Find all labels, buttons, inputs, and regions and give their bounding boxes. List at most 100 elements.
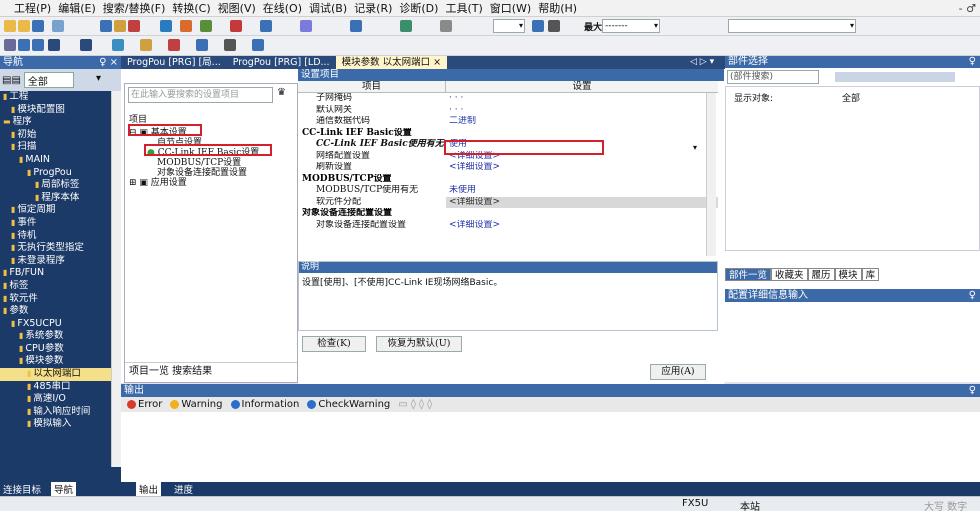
menu-item-project[interactable]: 工程(P) [14, 0, 51, 16]
comment-icon[interactable] [112, 39, 124, 51]
nav-item[interactable]: ▮ 参数 [0, 305, 121, 318]
bottom-tab-progress[interactable]: 进度 [171, 482, 193, 496]
document-tab[interactable]: ProgPou [PRG] [LD... [227, 56, 336, 69]
detail-pin-icon[interactable]: ♀ [969, 289, 976, 302]
paste-icon[interactable] [128, 20, 140, 32]
online-icon[interactable] [260, 20, 272, 32]
nav-item[interactable]: ▮ 无执行类型指定 [0, 242, 121, 255]
nav-item[interactable]: ▮ ProgPou [0, 167, 121, 180]
new-project-icon[interactable] [4, 20, 16, 32]
nav-pin-icon[interactable]: ♀ × [99, 56, 118, 69]
max-combo[interactable]: ------- [602, 19, 660, 33]
apply-button[interactable]: 应用(A) [650, 364, 706, 380]
cut-icon[interactable] [100, 20, 112, 32]
nav-item[interactable]: ▮ 软元件 [0, 293, 121, 306]
nav-scrollbar[interactable] [111, 91, 121, 467]
menu-item-diagnostics[interactable]: 诊断(D) [399, 0, 438, 16]
settings-row[interactable]: 软元件分配 <详细设置> [298, 196, 718, 208]
menu-item-view[interactable]: 视图(V) [218, 0, 256, 16]
nav-item[interactable]: ▮ 输入响应时间 [0, 406, 121, 419]
line-icon[interactable] [80, 39, 92, 51]
menu-item-record[interactable]: 记录(R) [354, 0, 392, 16]
bottom-tab-output[interactable]: 输出 [136, 482, 162, 496]
document-tab[interactable]: ProgPou [PRG] [局... [121, 56, 227, 69]
zoom-combo[interactable] [493, 19, 525, 33]
parts-pin-icon[interactable]: ♀ [969, 56, 976, 68]
nav-item[interactable]: ▮ 事件 [0, 217, 121, 230]
note-icon[interactable] [168, 39, 180, 51]
nav-item[interactable]: ▮ 系统参数 [0, 330, 121, 343]
monitor-icon[interactable] [230, 20, 242, 32]
menu-item-edit[interactable]: 编辑(E) [58, 0, 96, 16]
menu-item-help[interactable]: 帮助(H) [538, 0, 577, 16]
glasses-icon[interactable] [548, 20, 560, 32]
nav-item[interactable]: ▬ 程序 [0, 116, 121, 129]
menu-item-online[interactable]: 在线(O) [263, 0, 302, 16]
output-tab-error[interactable]: Error [127, 399, 162, 410]
parts-tab-list[interactable]: 部件一览 [725, 268, 772, 281]
tree-item-app[interactable]: ⊞ ▣ 应用设置 [129, 175, 187, 188]
copy-icon[interactable] [114, 20, 126, 32]
setting-value[interactable]: · · · [446, 105, 718, 117]
document-tab[interactable]: 模块参数 以太网端口 × [335, 56, 448, 69]
menu-item-window[interactable]: 窗口(W) [490, 0, 531, 16]
setting-value[interactable]: <详细设置> [446, 196, 718, 208]
nav-item[interactable]: ▮ 以太网端口 [0, 368, 121, 381]
nav-item[interactable]: ▮ 模拟输入 [0, 418, 121, 431]
nav-item[interactable]: ▮ 高速I/O [0, 393, 121, 406]
nav-filter-icon[interactable]: ▤▤ [2, 75, 21, 86]
zoom-icon[interactable] [440, 20, 452, 32]
menu-item-convert[interactable]: 转换(C) [172, 0, 210, 16]
label-icon[interactable] [224, 39, 236, 51]
setting-value[interactable]: <详细设置> [446, 162, 718, 174]
output-tab-warning[interactable]: Warning [170, 399, 223, 410]
device-icon[interactable] [400, 20, 412, 32]
nav-item[interactable]: ▮ 初始 [0, 129, 121, 142]
settings-search-input[interactable]: 在此输入要搜索的设置项目 [128, 87, 273, 103]
statement-icon[interactable] [140, 39, 152, 51]
nav-item[interactable]: ▮ 程序本体 [0, 192, 121, 205]
undo-icon[interactable] [52, 20, 64, 32]
nav-item[interactable]: ▮ 模块参数 [0, 355, 121, 368]
read-plc-icon[interactable] [200, 20, 212, 32]
nav-item[interactable]: ▮ 恒定周期 [0, 204, 121, 217]
settings-row[interactable]: 通信数据代码 二进制 [298, 116, 718, 128]
nav-item[interactable]: ▮ 待机 [0, 230, 121, 243]
save-project-icon[interactable] [32, 20, 44, 32]
nav-item[interactable]: ▮ 模块配置图 [0, 104, 121, 117]
device-comment-icon[interactable] [196, 39, 208, 51]
search-icon[interactable]: ♛ [277, 87, 286, 98]
nav-item[interactable]: ▮ 485串口 [0, 381, 121, 394]
nav-item[interactable]: ▮ FX5UCPU [0, 318, 121, 331]
contact-icon[interactable] [18, 39, 30, 51]
parts-search-input[interactable]: (部件搜索) [727, 70, 819, 84]
settings-row[interactable]: 刷新设置 <详细设置> [298, 162, 718, 174]
coil-icon[interactable] [32, 39, 44, 51]
menu-item-search-replace[interactable]: 搜索/替换(F) [103, 0, 166, 16]
window-controls[interactable]: - ♂ [959, 2, 976, 15]
simulation-icon[interactable] [300, 20, 312, 32]
bottom-tab-connection[interactable]: 连接目标 [0, 482, 41, 496]
check-button[interactable]: 检查(K) [302, 336, 366, 352]
nav-item[interactable]: ▮ CPU参数 [0, 343, 121, 356]
parts-tab-history[interactable]: 履历 [807, 268, 835, 281]
setting-value[interactable]: <详细设置> [446, 220, 718, 232]
convert-icon[interactable] [160, 20, 172, 32]
nav-item[interactable]: ▮ MAIN [0, 154, 121, 167]
settings-row[interactable]: 对象设备连接配置设置 <详细设置> [298, 220, 718, 232]
settings-row[interactable]: MODBUS/TCP使用有无 未使用 [298, 185, 718, 197]
output-tab-checkwarning[interactable]: CheckWarning [307, 399, 390, 410]
nav-item[interactable]: ▮ FB/FUN [0, 267, 121, 280]
output-tab-information[interactable]: Information [230, 399, 299, 410]
write-plc-icon[interactable] [180, 20, 192, 32]
output-toolbar-icons[interactable]: ▭ ◊ ◊ ◊ [398, 399, 432, 410]
parts-tab-library[interactable]: 库 [861, 268, 880, 281]
setting-value[interactable]: 未使用 [446, 185, 718, 197]
nav-dropdown-icon[interactable]: ▾ [96, 73, 101, 84]
use-dropdown-icon[interactable]: ▾ [693, 143, 697, 152]
parts-toolbar-icons[interactable] [835, 72, 955, 82]
function-icon[interactable] [48, 39, 60, 51]
parts-tab-module[interactable]: 模块 [834, 268, 862, 281]
nav-all-dropdown[interactable]: 全部 [23, 72, 74, 88]
setting-value[interactable]: 二进制 [446, 116, 718, 128]
